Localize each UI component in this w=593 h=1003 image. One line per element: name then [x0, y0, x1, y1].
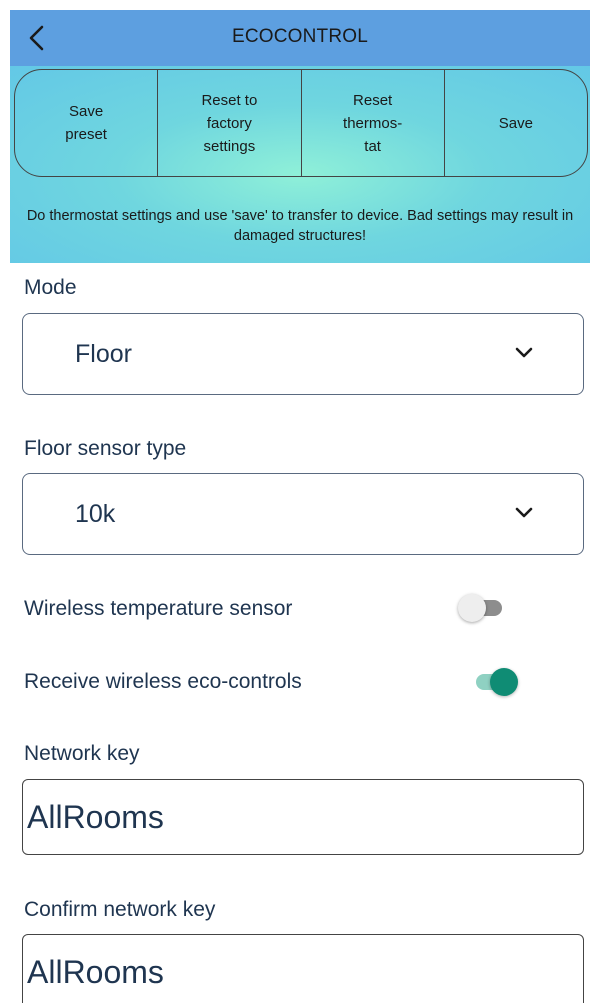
mode-label: Mode	[24, 276, 77, 299]
actions-panel: Save preset Reset to factory settings Re…	[10, 66, 590, 263]
toggle-knob	[458, 594, 486, 622]
save-preset-button[interactable]: Save preset	[15, 70, 159, 176]
reset-thermostat-button[interactable]: Reset thermos- tat	[302, 70, 445, 176]
wireless-temperature-sensor-label: Wireless temperature sensor	[24, 597, 293, 620]
chevron-down-icon	[515, 347, 533, 358]
reset-factory-settings-button[interactable]: Reset to factory settings	[158, 70, 302, 176]
network-key-input[interactable]	[22, 779, 584, 855]
wireless-temperature-sensor-toggle[interactable]	[458, 590, 506, 626]
floor-sensor-type-value: 10k	[75, 500, 116, 528]
confirm-network-key-input[interactable]	[22, 934, 584, 1003]
mode-select[interactable]: Floor	[22, 313, 584, 395]
app-title: ECOCONTROL	[231, 26, 369, 47]
confirm-network-key-label: Confirm network key	[24, 898, 216, 921]
mode-select-value: Floor	[75, 340, 132, 368]
app-header: ECOCONTROL	[10, 10, 590, 66]
chevron-down-icon	[515, 507, 533, 518]
receive-wireless-eco-controls-label: Receive wireless eco-controls	[24, 670, 302, 693]
toggle-knob	[490, 668, 518, 696]
action-button-group: Save preset Reset to factory settings Re…	[14, 69, 588, 177]
receive-wireless-eco-controls-toggle[interactable]	[470, 664, 518, 700]
warning-message: Do thermostat settings and use 'save' to…	[26, 208, 574, 244]
save-button[interactable]: Save	[445, 70, 587, 176]
floor-sensor-type-label: Floor sensor type	[24, 437, 187, 460]
floor-sensor-type-select[interactable]: 10k	[22, 473, 584, 555]
network-key-label: Network key	[24, 742, 140, 765]
